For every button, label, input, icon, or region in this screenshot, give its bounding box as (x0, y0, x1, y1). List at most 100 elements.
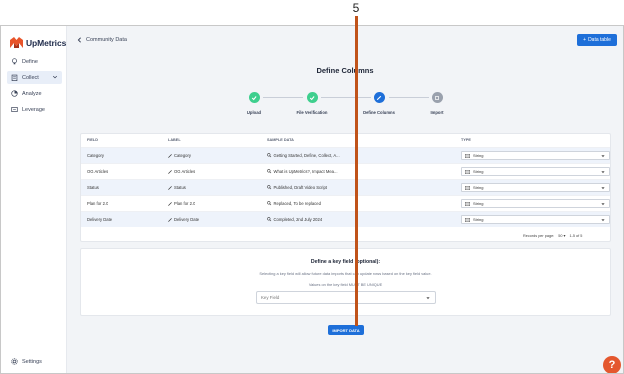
chevron-down-icon (601, 155, 605, 158)
records-range: 1-5 of 5 (569, 233, 583, 238)
sidebar-item-label: Analyze (22, 90, 42, 97)
key-field-title: Define a key field (optional): (310, 259, 381, 265)
field-cell: Delivery Date (87, 217, 113, 222)
table-row: Delivery Date Delivery Date Completed, 2… (81, 211, 610, 227)
column-header-label: LABEL (168, 138, 181, 142)
step-upload: Upload (234, 92, 274, 115)
sidebar: UpMetrics Define Collect Analyze Leverag… (1, 26, 67, 373)
brand-name: UpMetrics (26, 37, 67, 48)
label-cell[interactable]: Status (168, 185, 186, 190)
string-type-icon (465, 217, 470, 222)
label-cell[interactable]: Category (168, 153, 191, 158)
clipboard-icon (11, 74, 18, 81)
sidebar-item-collect[interactable]: Collect (7, 71, 62, 84)
type-select[interactable]: String (461, 167, 610, 176)
sample-cell[interactable]: Completed, 2nd July 2024 (267, 217, 322, 222)
label-text: Status (174, 185, 186, 190)
breadcrumb: Community Data (86, 37, 127, 43)
share-icon (11, 106, 18, 113)
sidebar-item-label: Leverage (22, 106, 45, 113)
columns-table-card: FIELD LABEL SAMPLE DATA TYPE Category Ca… (80, 133, 611, 242)
back-link[interactable]: Community Data (77, 37, 127, 43)
data-table-button[interactable]: + Data table (577, 34, 617, 46)
check-icon (248, 92, 260, 103)
sidebar-item-settings[interactable]: Settings (7, 355, 62, 368)
chart-icon (11, 90, 18, 97)
type-select[interactable]: String (461, 183, 610, 192)
table-row: Plan for 2.0 Plan for 2.0 Replaced, To b… (81, 195, 610, 211)
label-text: Plan for 2.0 (174, 201, 196, 206)
step-label: Upload (246, 110, 262, 115)
type-select[interactable]: String (461, 151, 610, 160)
step-label: Define Columns (363, 110, 395, 115)
search-icon (267, 153, 272, 158)
table-header: FIELD LABEL SAMPLE DATA TYPE (81, 134, 610, 147)
type-value: String (473, 185, 484, 190)
sample-cell[interactable]: Published, Draft Video Script (267, 185, 327, 190)
records-per-page-value: 50 (558, 234, 563, 238)
chevron-down-icon (601, 219, 605, 222)
key-field-select[interactable]: Key Field (256, 291, 436, 304)
type-select[interactable]: String (461, 215, 610, 224)
sidebar-item-define[interactable]: Define (7, 55, 62, 68)
type-select[interactable]: String (461, 199, 610, 208)
records-per-page-select[interactable]: 50 ▾ (558, 233, 565, 238)
pencil-icon (168, 169, 172, 174)
pencil-icon (168, 201, 172, 206)
step-file-verification: File Verification (292, 92, 332, 115)
main-content: Community Data + Data table Define Colum… (67, 26, 623, 373)
step-annotation-arrow (355, 16, 358, 326)
label-text: Category (174, 153, 191, 158)
sidebar-item-label: Collect (22, 74, 39, 81)
column-header-field: FIELD (87, 138, 98, 142)
sidebar-item-leverage[interactable]: Leverage (7, 103, 62, 116)
step-label: File Verification (296, 110, 328, 115)
pencil-icon (168, 153, 172, 158)
sample-text: Completed, 2nd July 2024 (273, 217, 323, 222)
step-define-columns: Define Columns (359, 92, 399, 115)
label-cell[interactable]: Delivery Date (168, 217, 199, 222)
search-icon (267, 169, 272, 174)
pencil-icon (168, 185, 172, 190)
table-row: Category Category Getting Started, Defin… (81, 147, 610, 163)
data-table-button-label: Data table (588, 37, 611, 43)
help-button[interactable]: ? (603, 356, 621, 373)
key-field-card: Define a key field (optional): Selecting… (80, 248, 611, 316)
app-window: UpMetrics Define Collect Analyze Leverag… (0, 25, 624, 374)
type-value: String (473, 169, 484, 174)
table-pagination: Records per page: 50 ▾ 1-5 of 5 (523, 233, 583, 239)
chevron-down-icon: ▾ (563, 234, 566, 238)
field-cell: OG Articles (87, 169, 109, 174)
import-data-button[interactable]: IMPORT DATA (328, 325, 364, 335)
sample-cell[interactable]: Replaced, To be replaced (267, 201, 321, 206)
sidebar-item-analyze[interactable]: Analyze (7, 87, 62, 100)
type-value: String (473, 201, 484, 206)
string-type-icon (465, 169, 470, 174)
sample-cell[interactable]: What is UpMetrics?, Impact Mea... (267, 169, 338, 174)
chevron-down-icon (601, 203, 605, 206)
chevron-left-icon (77, 37, 81, 43)
string-type-icon (465, 185, 470, 190)
sample-text: Getting Started, Define, Collect, A... (273, 153, 340, 158)
step-annotation-number: 5 (352, 1, 360, 15)
import-icon (431, 92, 443, 103)
sidebar-item-label: Define (22, 58, 38, 65)
type-value: String (473, 217, 484, 222)
field-cell: Category (87, 153, 104, 158)
chevron-down-icon[interactable] (52, 74, 58, 80)
pencil-icon (373, 92, 385, 103)
sample-cell[interactable]: Getting Started, Define, Collect, A... (267, 153, 340, 158)
plus-icon: + (583, 37, 587, 43)
label-cell[interactable]: OG Articles (168, 169, 195, 174)
search-icon (267, 185, 272, 190)
gear-icon (11, 358, 18, 365)
sample-text: Replaced, To be replaced (273, 201, 321, 206)
table-row: Status Status Published, Draft Video Scr… (81, 179, 610, 195)
string-type-icon (465, 153, 470, 158)
string-type-icon (465, 201, 470, 206)
label-text: OG Articles (174, 169, 196, 174)
field-cell: Plan for 2.0 (87, 201, 109, 206)
brand-logo[interactable]: UpMetrics (10, 37, 66, 48)
page-title: Define Columns (316, 66, 374, 75)
label-cell[interactable]: Plan for 2.0 (168, 201, 195, 206)
